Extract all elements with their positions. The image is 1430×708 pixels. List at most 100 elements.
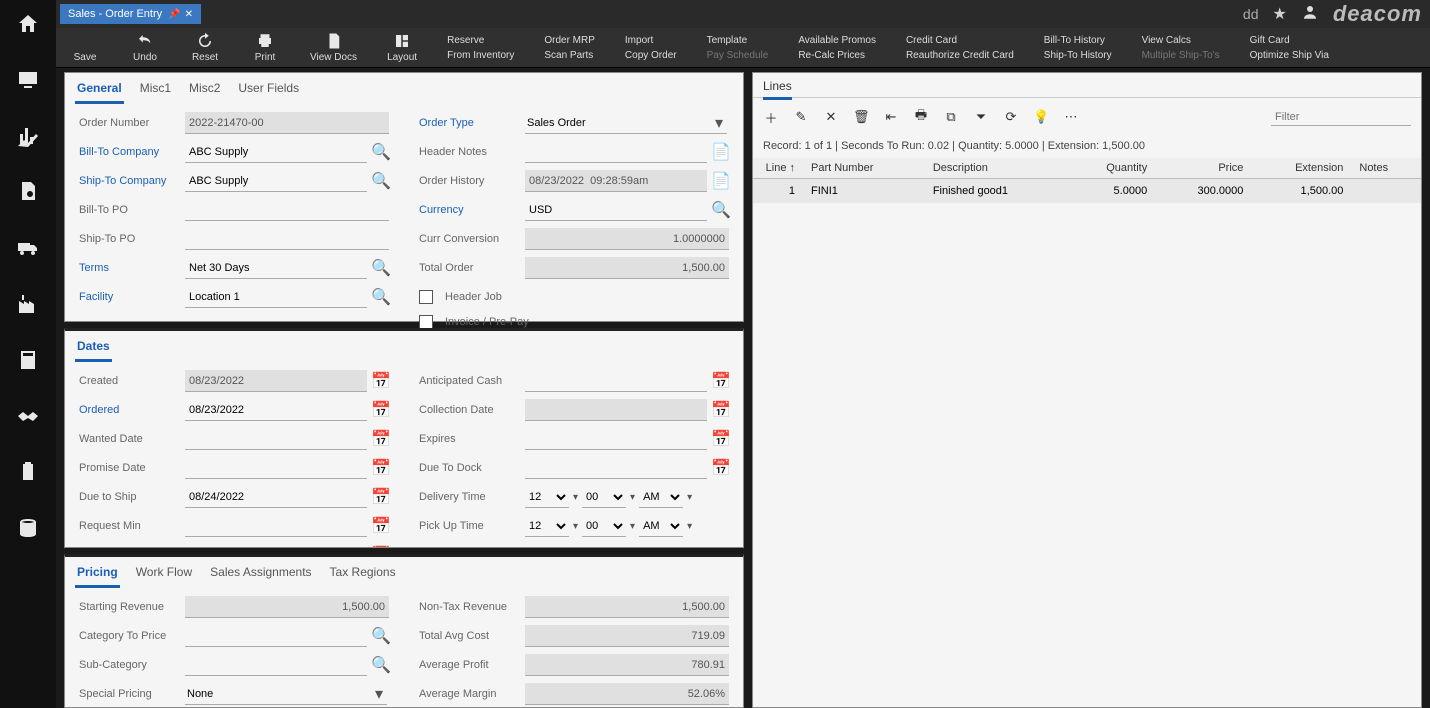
user-icon[interactable] <box>1301 3 1319 26</box>
due-to-ship-input[interactable] <box>185 486 367 508</box>
search-icon[interactable]: 🔍 <box>373 144 389 160</box>
pickup-hh-select[interactable]: 12 <box>525 515 569 537</box>
col-quantity[interactable]: Quantity <box>1067 158 1156 179</box>
col-description[interactable]: Description <box>925 158 1067 179</box>
col-notes[interactable]: Notes <box>1351 158 1421 179</box>
reauthorize-cc-button[interactable]: Reauthorize Credit Card <box>906 50 1014 61</box>
lines-tab[interactable]: Lines <box>763 79 792 100</box>
facility-label[interactable]: Facility <box>79 291 179 303</box>
promise-date-input[interactable] <box>185 457 367 479</box>
shipto-history-button[interactable]: Ship-To History <box>1044 50 1112 61</box>
delivery-ap-select[interactable]: AM <box>639 486 683 508</box>
delivery-hh-select[interactable]: 12 <box>525 486 569 508</box>
calculator-icon[interactable] <box>14 346 42 374</box>
search-icon[interactable]: 🔍 <box>373 628 389 644</box>
billto-po-input[interactable] <box>185 199 389 221</box>
order-type-select[interactable]: Sales Order <box>525 112 727 134</box>
home-icon[interactable] <box>14 10 42 38</box>
scan-parts-button[interactable]: Scan Parts <box>544 50 595 61</box>
shipto-po-input[interactable] <box>185 228 389 250</box>
calendar-icon[interactable]: 📅 <box>373 460 389 476</box>
copy-order-button[interactable]: Copy Order <box>625 50 677 61</box>
request-min-input[interactable] <box>185 515 367 537</box>
reset-button[interactable]: Reset <box>190 32 220 63</box>
available-promos-button[interactable]: Available Promos <box>798 35 876 46</box>
undo-button[interactable]: Undo <box>130 32 160 63</box>
tab-tax-regions[interactable]: Tax Regions <box>328 561 398 588</box>
ordered-input[interactable] <box>185 399 367 421</box>
recalc-prices-button[interactable]: Re-Calc Prices <box>798 50 876 61</box>
order-type-label[interactable]: Order Type <box>419 117 519 129</box>
facility-input[interactable] <box>185 286 367 308</box>
category-to-price-input[interactable] <box>185 625 367 647</box>
outdent-icon[interactable]: ⇤ <box>883 109 899 125</box>
clipboard-icon[interactable] <box>14 458 42 486</box>
edit-line-icon[interactable]: ✎ <box>793 109 809 125</box>
calendar-icon[interactable]: 📅 <box>373 547 389 548</box>
from-inventory-button[interactable]: From Inventory <box>447 50 514 61</box>
recurring-type-select[interactable]: Days <box>525 544 727 548</box>
currency-label[interactable]: Currency <box>419 204 519 216</box>
tab-sales-assignments[interactable]: Sales Assignments <box>208 561 313 588</box>
tab-pricing[interactable]: Pricing <box>75 561 120 588</box>
tab-misc2[interactable]: Misc2 <box>187 77 222 104</box>
bulb-icon[interactable]: 💡 <box>1033 109 1049 125</box>
col-price[interactable]: Price <box>1155 158 1251 179</box>
view-docs-button[interactable]: View Docs <box>310 32 357 63</box>
search-icon[interactable]: 🔍 <box>713 202 729 218</box>
print-button[interactable]: Print <box>250 32 280 63</box>
truck-icon[interactable] <box>14 234 42 262</box>
terms-label[interactable]: Terms <box>79 262 179 274</box>
calendar-icon[interactable]: 📅 <box>373 373 389 389</box>
due-to-dock-input[interactable] <box>525 457 707 479</box>
calendar-icon[interactable]: 📅 <box>713 460 729 476</box>
release-date-input[interactable] <box>185 544 367 548</box>
optimize-shipvia-button[interactable]: Optimize Ship Via <box>1250 50 1329 61</box>
view-calcs-button[interactable]: View Calcs <box>1142 35 1220 46</box>
window-tab[interactable]: Sales - Order Entry 📌 ✕ <box>60 4 201 24</box>
col-line[interactable]: Line ↑ <box>753 158 803 179</box>
database-icon[interactable] <box>14 514 42 542</box>
save-button[interactable]: Save <box>70 32 100 63</box>
currency-input[interactable] <box>525 199 707 221</box>
ordered-label[interactable]: Ordered <box>79 404 179 416</box>
calendar-icon[interactable]: 📅 <box>373 402 389 418</box>
print-lines-icon[interactable]: 🖶 <box>913 106 929 128</box>
tab-misc1[interactable]: Misc1 <box>138 77 173 104</box>
pickup-mm-select[interactable]: 00 <box>582 515 626 537</box>
calendar-icon[interactable]: 📅 <box>713 431 729 447</box>
filter-icon[interactable]: ⏷ <box>973 109 989 125</box>
tab-user-fields[interactable]: User Fields <box>236 77 301 104</box>
refresh-icon[interactable]: ⟳ <box>1003 109 1019 125</box>
gift-card-button[interactable]: Gift Card <box>1250 35 1329 46</box>
multiple-shiptos-button[interactable]: Multiple Ship-To's <box>1142 50 1220 61</box>
tab-general[interactable]: General <box>75 77 124 104</box>
calendar-icon[interactable]: 📅 <box>373 431 389 447</box>
handshake-icon[interactable] <box>14 402 42 430</box>
sub-category-input[interactable] <box>185 654 367 676</box>
monitor-icon[interactable] <box>14 66 42 94</box>
chart-icon[interactable] <box>14 122 42 150</box>
billto-company-input[interactable] <box>185 141 367 163</box>
notes-icon[interactable]: 📄 <box>713 144 729 160</box>
history-icon[interactable]: 📄 <box>713 173 729 189</box>
document-search-icon[interactable] <box>14 178 42 206</box>
shipto-company-input[interactable] <box>185 170 367 192</box>
calendar-icon[interactable]: 📅 <box>713 373 729 389</box>
factory-icon[interactable] <box>14 290 42 318</box>
star-icon[interactable]: ★ <box>1273 4 1287 24</box>
delete-line-icon[interactable]: ✕ <box>823 109 839 125</box>
reserve-button[interactable]: Reserve <box>447 35 514 46</box>
layout-button[interactable]: Layout <box>387 32 417 63</box>
more-icon[interactable]: ⋯ <box>1063 109 1079 125</box>
invoice-prepay-checkbox[interactable] <box>419 315 433 329</box>
header-notes-input[interactable] <box>525 141 707 163</box>
import-button[interactable]: Import <box>625 35 677 46</box>
trash-icon[interactable]: 🗑 <box>853 109 869 125</box>
delivery-mm-select[interactable]: 00 <box>582 486 626 508</box>
expires-input[interactable] <box>525 428 707 450</box>
col-extension[interactable]: Extension <box>1251 158 1351 179</box>
shipto-company-label[interactable]: Ship-To Company <box>79 175 179 187</box>
anticipated-cash-input[interactable] <box>525 370 707 392</box>
copy-lines-icon[interactable]: ⧉ <box>943 109 959 125</box>
